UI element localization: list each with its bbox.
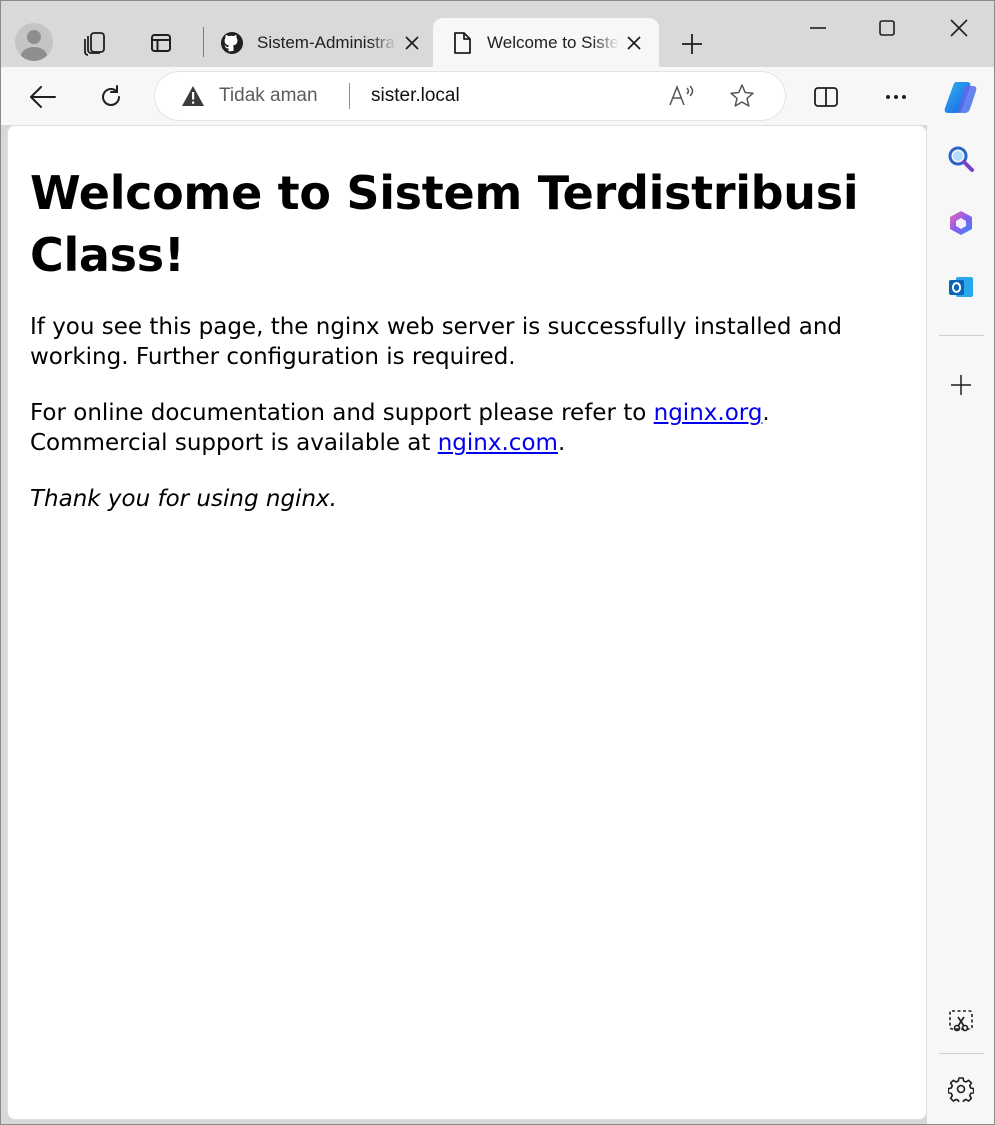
favorite-star-icon[interactable] — [727, 81, 757, 111]
maximize-window-icon[interactable] — [867, 13, 907, 43]
outlook-icon[interactable] — [941, 267, 981, 307]
copilot-icon[interactable] — [941, 77, 981, 117]
tab-actions-menu-icon[interactable] — [145, 27, 177, 59]
support-text: For online documentation and support ple… — [30, 400, 654, 426]
tab-sistem-administrasi[interactable]: Sistem-Administrasi — [219, 18, 425, 67]
settings-gear-icon[interactable] — [941, 1069, 981, 1109]
sidebar-divider — [939, 1053, 984, 1054]
github-icon — [219, 30, 245, 56]
tab-title: Welcome to Sistem Terdistribusi — [487, 32, 619, 52]
avatar-head — [27, 30, 41, 44]
new-tab-plus-icon[interactable] — [673, 25, 711, 63]
commercial-period: . — [557, 430, 566, 456]
tab-welcome[interactable]: Welcome to Sistem Terdistribusi — [433, 18, 659, 67]
close-window-icon[interactable] — [939, 13, 979, 43]
warning-triangle-icon[interactable] — [181, 85, 205, 107]
add-sidebar-app-plus-icon[interactable] — [941, 365, 981, 405]
close-tab-icon[interactable] — [623, 32, 645, 54]
address-bar[interactable]: Tidak aman sister.local — [155, 72, 785, 120]
search-icon[interactable] — [941, 139, 981, 179]
tab-title: Sistem-Administrasi — [257, 32, 397, 52]
profile-avatar[interactable] — [15, 23, 53, 61]
intro-paragraph: If you see this page, the nginx web serv… — [30, 314, 843, 370]
commercial-text: Commercial support is available at — [30, 430, 438, 456]
support-paragraph: For online documentation and support ple… — [30, 398, 910, 458]
nginx-com-link[interactable]: nginx.com — [438, 430, 558, 456]
microsoft-365-icon[interactable] — [941, 203, 981, 243]
page-icon — [449, 30, 475, 56]
tab-strip: Sistem-Administrasi Welcome to Sistem Te… — [1, 1, 994, 67]
refresh-icon[interactable] — [91, 77, 131, 117]
avatar-body — [21, 47, 47, 61]
browser-window: Sistem-Administrasi Welcome to Sistem Te… — [0, 0, 995, 1125]
address-bar-divider — [349, 83, 350, 109]
sidebar-divider — [939, 335, 984, 336]
nginx-welcome-page: Welcome to Sistem Terdistribusi Class! I… — [30, 162, 910, 540]
minimize-window-icon[interactable] — [798, 13, 838, 43]
security-status-label[interactable]: Tidak aman — [219, 85, 318, 107]
workspaces-icon[interactable] — [79, 27, 111, 59]
read-aloud-icon[interactable] — [667, 81, 697, 111]
close-tab-icon[interactable] — [401, 32, 423, 54]
back-arrow-icon[interactable] — [23, 77, 63, 117]
page-viewport: Welcome to Sistem Terdistribusi Class! I… — [7, 125, 927, 1120]
navigation-toolbar: Tidak aman sister.local — [1, 67, 994, 125]
url-text[interactable]: sister.local — [371, 85, 460, 107]
support-period: . — [762, 400, 770, 426]
page-heading: Welcome to Sistem Terdistribusi Class! — [30, 166, 859, 282]
nginx-org-link[interactable]: nginx.org — [654, 400, 763, 426]
split-screen-icon[interactable] — [809, 80, 843, 114]
tab-strip-divider — [203, 27, 204, 57]
thanks-text: Thank you for using nginx. — [30, 486, 337, 512]
screenshot-tool-icon[interactable] — [941, 1001, 981, 1041]
edge-sidebar — [927, 125, 994, 1124]
more-options-icon[interactable] — [879, 80, 913, 114]
